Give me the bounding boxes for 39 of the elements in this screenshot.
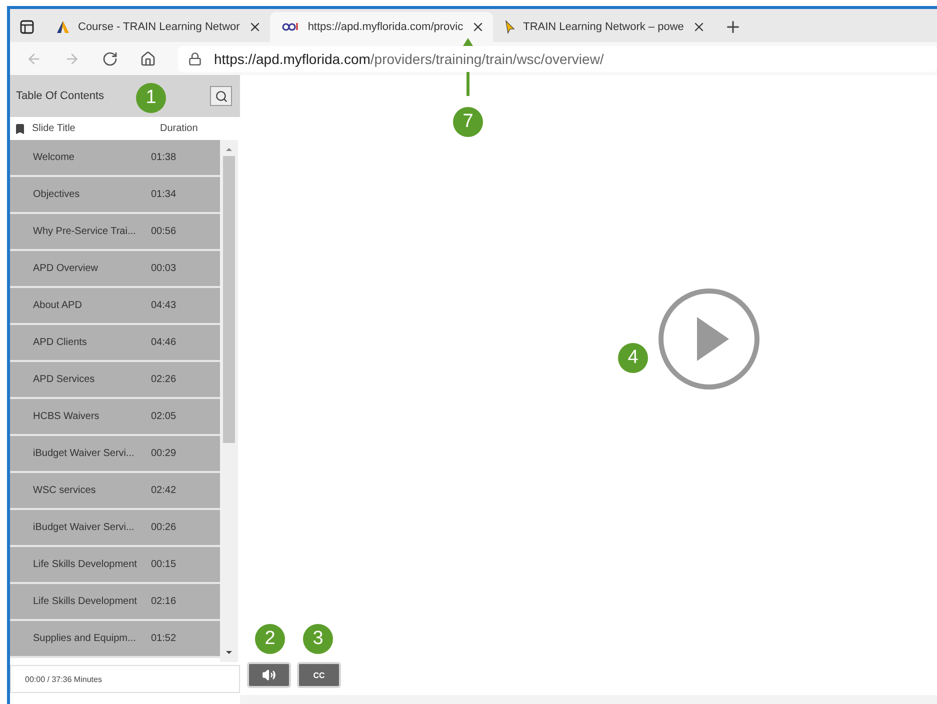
speaker-icon	[262, 668, 276, 682]
slide-row[interactable]: Welcome 01:38	[10, 140, 220, 177]
slide-row[interactable]: APD Services 02:26	[10, 362, 220, 399]
reload-icon[interactable]	[102, 50, 118, 66]
elapsed-time: 00:00 / 37:36 Minutes	[25, 674, 102, 684]
slide-row[interactable]: APD Clients 04:46	[10, 325, 220, 362]
slide-row[interactable]: iBudget Waiver Servi... 00:29	[10, 436, 220, 473]
slide-row[interactable]: About APD 04:43	[10, 288, 220, 325]
cursor-icon	[505, 20, 516, 34]
bookmark-icon	[14, 122, 26, 134]
slide-row[interactable]: Supplies and Equipm... 01:52	[10, 621, 220, 658]
lock-icon	[188, 52, 202, 66]
slide-row[interactable]: APD Overview 00:03	[10, 251, 220, 288]
slide-row[interactable]: Life Skills Development 00:15	[10, 547, 220, 584]
search-button[interactable]	[210, 86, 232, 106]
audio-button[interactable]	[247, 662, 291, 688]
tab-actions-icon[interactable]	[20, 20, 34, 34]
slide-row[interactable]: WSC services 02:42	[10, 473, 220, 510]
play-icon[interactable]	[656, 286, 760, 390]
scroll-down-icon[interactable]	[225, 650, 233, 656]
search-icon	[214, 90, 228, 102]
captions-button[interactable]: CC	[297, 662, 341, 688]
slide-row[interactable]: Objectives 01:34	[10, 177, 220, 214]
home-icon[interactable]	[140, 50, 156, 66]
scroll-up-icon[interactable]	[225, 146, 233, 152]
address-field[interactable]: https://apd.myflorida.com/providers/training/train/wsc/overview/	[178, 46, 937, 72]
triangle-logo-icon	[56, 20, 70, 34]
slide-row[interactable]: Why Pre-Service Trai... 00:56	[10, 214, 220, 251]
browser-tab[interactable]: Course - TRAIN Learning Networ	[44, 12, 270, 42]
browser-tab[interactable]: https://apd.myflorida.com/provic	[270, 12, 494, 42]
slide-row[interactable]: Life Skills Development 02:16	[10, 584, 220, 621]
browser-tab[interactable]: TRAIN Learning Network – powe	[493, 12, 714, 42]
slide-row[interactable]: HCBS Waivers 02:05	[10, 399, 220, 436]
apd-logo-icon	[282, 22, 300, 32]
toc-title: Table Of Contents	[16, 90, 104, 102]
scrollbar[interactable]	[220, 140, 238, 662]
column-header: Duration	[160, 123, 198, 134]
slide-row[interactable]: iBudget Waiver Servi... 00:26	[10, 510, 220, 547]
column-header: Slide Title	[32, 123, 76, 134]
